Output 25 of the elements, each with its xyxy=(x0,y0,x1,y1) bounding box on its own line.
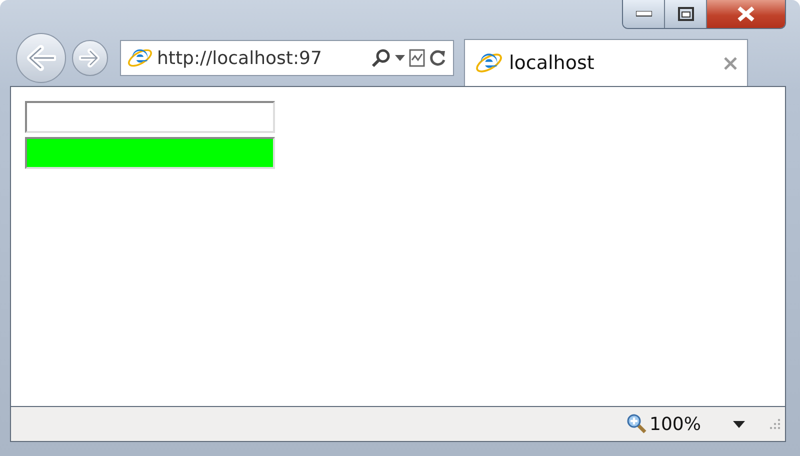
maximize-button[interactable] xyxy=(665,0,707,28)
maximize-icon xyxy=(678,7,694,21)
resize-grip-icon[interactable] xyxy=(769,418,781,430)
text-field[interactable] xyxy=(25,137,275,169)
address-url[interactable]: http://localhost:97 xyxy=(157,48,367,68)
forward-arrow-icon xyxy=(79,48,101,68)
forward-button[interactable] xyxy=(72,40,108,76)
address-bar[interactable]: http://localhost:97 xyxy=(120,40,454,76)
dropdown-caret-icon xyxy=(733,420,745,428)
close-icon xyxy=(724,56,737,70)
close-tab-button[interactable] xyxy=(724,56,737,70)
browser-tab[interactable]: localhost xyxy=(464,39,748,86)
dropdown-caret-icon[interactable] xyxy=(395,55,405,61)
minimize-button[interactable] xyxy=(623,0,665,28)
zoom-level-button[interactable]: 100% xyxy=(626,414,701,434)
zoom-icon xyxy=(626,414,647,434)
text-field[interactable] xyxy=(25,101,275,133)
back-button[interactable] xyxy=(16,33,66,83)
close-icon xyxy=(737,6,755,22)
refresh-icon[interactable] xyxy=(429,49,447,67)
search-icon[interactable] xyxy=(371,48,391,68)
back-arrow-icon xyxy=(26,45,56,71)
close-button[interactable] xyxy=(707,0,785,28)
compatibility-view-icon[interactable] xyxy=(409,49,425,67)
minimize-icon xyxy=(636,11,652,17)
